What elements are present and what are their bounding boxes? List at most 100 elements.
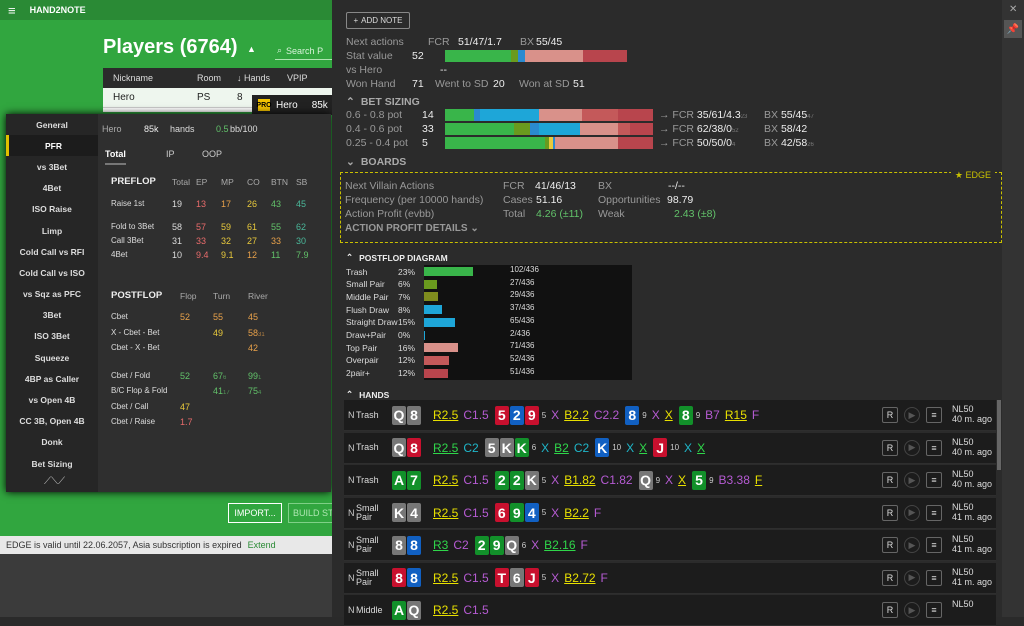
diagram-row[interactable]: Middle Pair 7% 29/436	[346, 290, 632, 304]
replay-button[interactable]: R	[882, 472, 898, 488]
build-stats-button[interactable]: BUILD ST	[288, 503, 336, 523]
nav-item[interactable]: Squeeze	[6, 347, 98, 368]
hand-history-icon[interactable]: ≡	[926, 602, 942, 618]
replay-button[interactable]: R	[882, 407, 898, 423]
play-icon[interactable]: ▶	[904, 472, 920, 488]
nav-item[interactable]: CC 3B, Open 4B	[6, 411, 98, 432]
caret-up-icon[interactable]: ▲	[247, 44, 256, 54]
postflop-cell[interactable]: 676	[213, 371, 226, 381]
postflop-cell[interactable]: 991	[248, 371, 261, 381]
postflop-cell[interactable]: 47	[180, 402, 190, 412]
diagram-row[interactable]: Straight Draw 15% 65/436	[346, 315, 632, 329]
diagram-row[interactable]: Overpair 12% 52/436	[346, 353, 632, 367]
nav-item[interactable]: Cold Call vs RFI	[6, 241, 98, 262]
play-icon[interactable]: ▶	[904, 504, 920, 521]
chart-icon[interactable]: ⟋⟍⟋	[44, 476, 65, 487]
tab-ip[interactable]: IP	[166, 149, 175, 159]
postflop-cell[interactable]: 45	[248, 312, 258, 322]
preflop-cell[interactable]: 10	[172, 250, 182, 260]
preflop-cell[interactable]: 7.9	[296, 250, 309, 260]
postflop-cell[interactable]: 55	[213, 312, 223, 322]
preflop-cell[interactable]: 17	[221, 199, 231, 209]
hand-history-icon[interactable]: ≡	[926, 537, 942, 553]
play-icon[interactable]: ▶	[904, 439, 920, 456]
preflop-cell[interactable]: 58	[172, 222, 182, 232]
hand-row[interactable]: N Small Pair K 4 R2.5 C1.5 6 9 4 5 X B2.2 F R ▶ ≡ NL50 41…	[344, 497, 996, 529]
hand-history-icon[interactable]: ≡	[926, 407, 942, 423]
postflop-cell[interactable]: 42	[248, 343, 258, 353]
replay-button[interactable]: R	[882, 569, 898, 586]
nav-item[interactable]: 4Bet	[6, 178, 98, 199]
nav-item[interactable]: ISO 3Bet	[6, 326, 98, 347]
preflop-cell[interactable]: 45	[296, 199, 306, 209]
hand-row[interactable]: N Middle A Q R2.5 C1.5 R ▶ ≡ NL50	[344, 595, 996, 626]
preflop-cell[interactable]: 12	[247, 250, 257, 260]
search-input[interactable]: ⌕ Search P	[275, 42, 336, 60]
hand-row[interactable]: N Trash Q 8 R2.5 C1.5 5 2 9 5 X B2.2 C2.2 8 9 X X 8 9 B7 R15…	[344, 400, 996, 431]
preflop-cell[interactable]: 33	[196, 236, 206, 246]
preflop-cell[interactable]: 9.1	[221, 250, 234, 260]
diagram-row[interactable]: Flush Draw 8% 37/436	[346, 303, 632, 317]
hands-header[interactable]: ⌃ HANDS	[346, 389, 389, 400]
replay-button[interactable]: R	[882, 537, 898, 553]
hand-history-icon[interactable]: ≡	[926, 569, 942, 586]
col-vpip[interactable]: VPIP	[277, 73, 317, 83]
hand-history-icon[interactable]: ≡	[926, 439, 942, 456]
play-icon[interactable]: ▶	[904, 537, 920, 553]
add-note-button[interactable]: + ADD NOTE	[346, 12, 410, 29]
preflop-cell[interactable]: 59	[221, 222, 231, 232]
nav-item[interactable]: 3Bet	[6, 305, 98, 326]
hand-history-icon[interactable]: ≡	[926, 472, 942, 488]
play-icon[interactable]: ▶	[904, 569, 920, 586]
replay-button[interactable]: R	[882, 439, 898, 456]
preflop-cell[interactable]: 62	[296, 222, 306, 232]
hand-row[interactable]: N Small Pair 8 8 R3 C2 2 9 Q 6 X B2.16 F R ▶ ≡ NL50 41 m.…	[344, 530, 996, 561]
hand-history-icon[interactable]: ≡	[926, 504, 942, 521]
pin-icon[interactable]: 📌	[1004, 20, 1022, 38]
hamburger-menu-icon[interactable]: ≡	[8, 3, 16, 18]
postflop-cell[interactable]: 52	[180, 312, 190, 322]
nav-item[interactable]: Limp	[6, 220, 98, 241]
postflop-diagram-header[interactable]: ⌃ POSTFLOP DIAGRAM	[346, 252, 448, 263]
preflop-cell[interactable]: 26	[247, 199, 257, 209]
play-icon[interactable]: ▶	[904, 407, 920, 423]
nav-item[interactable]: vs Sqz as PFC	[6, 284, 98, 305]
preflop-cell[interactable]: 30	[296, 236, 306, 246]
nav-item[interactable]: Cold Call vs ISO	[6, 262, 98, 283]
preflop-cell[interactable]: 19	[172, 199, 182, 209]
diagram-row[interactable]: Small Pair 6% 27/436	[346, 277, 632, 291]
diagram-row[interactable]: Draw+Pair 0% 2/436	[346, 328, 632, 342]
tab-oop[interactable]: OOP	[202, 149, 222, 159]
nav-item[interactable]: Bet Sizing	[6, 453, 98, 474]
import-button[interactable]: IMPORT...	[228, 503, 282, 523]
preflop-cell[interactable]: 33	[271, 236, 281, 246]
postflop-cell[interactable]: 1.7	[180, 417, 193, 427]
action-profit-details-toggle[interactable]: ACTION PROFIT DETAILS ⌄	[345, 223, 479, 234]
nav-item[interactable]: 4BP as Caller	[6, 368, 98, 389]
preflop-cell[interactable]: 13	[196, 199, 206, 209]
postflop-cell[interactable]: 4117	[213, 386, 230, 396]
preflop-cell[interactable]: 31	[172, 236, 182, 246]
postflop-cell[interactable]: 52	[180, 371, 190, 381]
col-room[interactable]: Room	[187, 73, 227, 83]
diagram-row[interactable]: Trash 23% 102/436	[346, 265, 632, 278]
diagram-row[interactable]: 2pair+ 12% 51/436	[346, 366, 632, 380]
preflop-cell[interactable]: 32	[221, 236, 231, 246]
preflop-cell[interactable]: 61	[247, 222, 257, 232]
preflop-cell[interactable]: 11	[271, 250, 280, 260]
preflop-cell[interactable]: 27	[247, 236, 257, 246]
preflop-cell[interactable]: 57	[196, 222, 206, 232]
hands-scrollbar[interactable]	[997, 400, 1001, 470]
extend-link[interactable]: Extend	[248, 540, 276, 550]
replay-button[interactable]: R	[882, 504, 898, 521]
hand-row[interactable]: N Small Pair 8 8 R2.5 C1.5 T 6 J 5 X B2.72 F R ▶ ≡ NL50 4…	[344, 562, 996, 594]
postflop-cell[interactable]: 754	[248, 386, 261, 396]
nav-item[interactable]: vs Open 4B	[6, 389, 98, 410]
col-hands[interactable]: ↓ Hands	[227, 73, 277, 83]
preflop-cell[interactable]: 9.4	[196, 250, 209, 260]
preflop-cell[interactable]: 43	[271, 199, 281, 209]
preflop-cell[interactable]: 55	[271, 222, 281, 232]
close-icon[interactable]: ✕	[1009, 4, 1017, 15]
nav-item[interactable]: ISO Raise	[6, 199, 98, 220]
play-icon[interactable]: ▶	[904, 602, 920, 618]
